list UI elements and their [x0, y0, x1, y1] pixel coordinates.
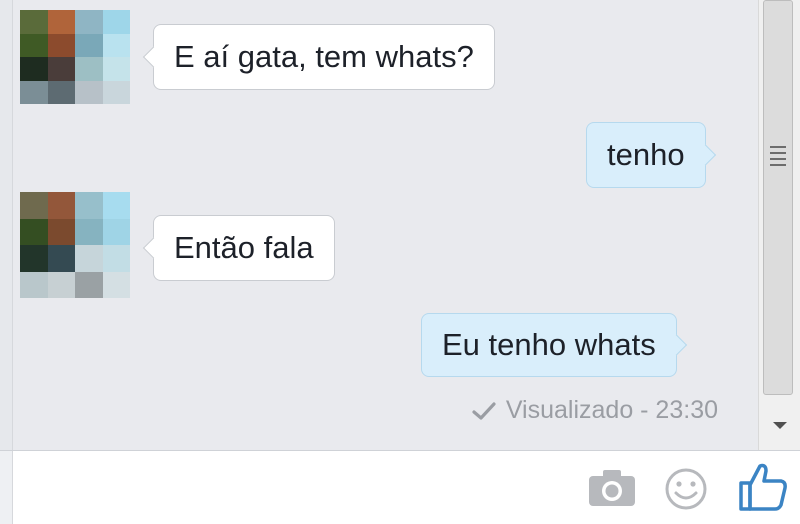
scrollbar-thumb[interactable] [763, 0, 793, 395]
bubble-tail [142, 237, 165, 259]
sender-avatar[interactable] [20, 192, 130, 298]
composer-bar [0, 450, 800, 524]
bubble-tail [665, 334, 687, 356]
message-text: Então fala [174, 230, 314, 265]
checkmark-icon [472, 401, 496, 420]
outgoing-message[interactable]: Eu tenho whats [421, 313, 687, 377]
incoming-message[interactable]: E aí gata, tem whats? [142, 24, 495, 90]
scrollbar-grip-icon [770, 146, 786, 170]
left-edge [0, 0, 13, 450]
chat-messages-area: E aí gata, tem whats? tenho Então fala E… [0, 0, 758, 450]
bubble-tail [142, 46, 165, 68]
outgoing-message[interactable]: tenho [586, 122, 716, 188]
emoji-icon[interactable] [664, 467, 708, 511]
incoming-message[interactable]: Então fala [142, 215, 335, 281]
scroll-down-arrow-icon[interactable] [773, 422, 787, 429]
message-text: Eu tenho whats [442, 327, 656, 362]
message-text: E aí gata, tem whats? [174, 39, 474, 74]
chat-scrollbar[interactable] [758, 0, 800, 450]
composer-left-edge [0, 451, 13, 524]
seen-status: Visualizado - 23:30 [472, 396, 718, 425]
camera-icon[interactable] [588, 469, 636, 507]
bubble-tail [694, 144, 716, 166]
message-text: tenho [607, 137, 685, 172]
sender-avatar[interactable] [20, 10, 130, 104]
like-icon[interactable] [738, 461, 788, 513]
seen-status-text: Visualizado - 23:30 [505, 396, 718, 424]
